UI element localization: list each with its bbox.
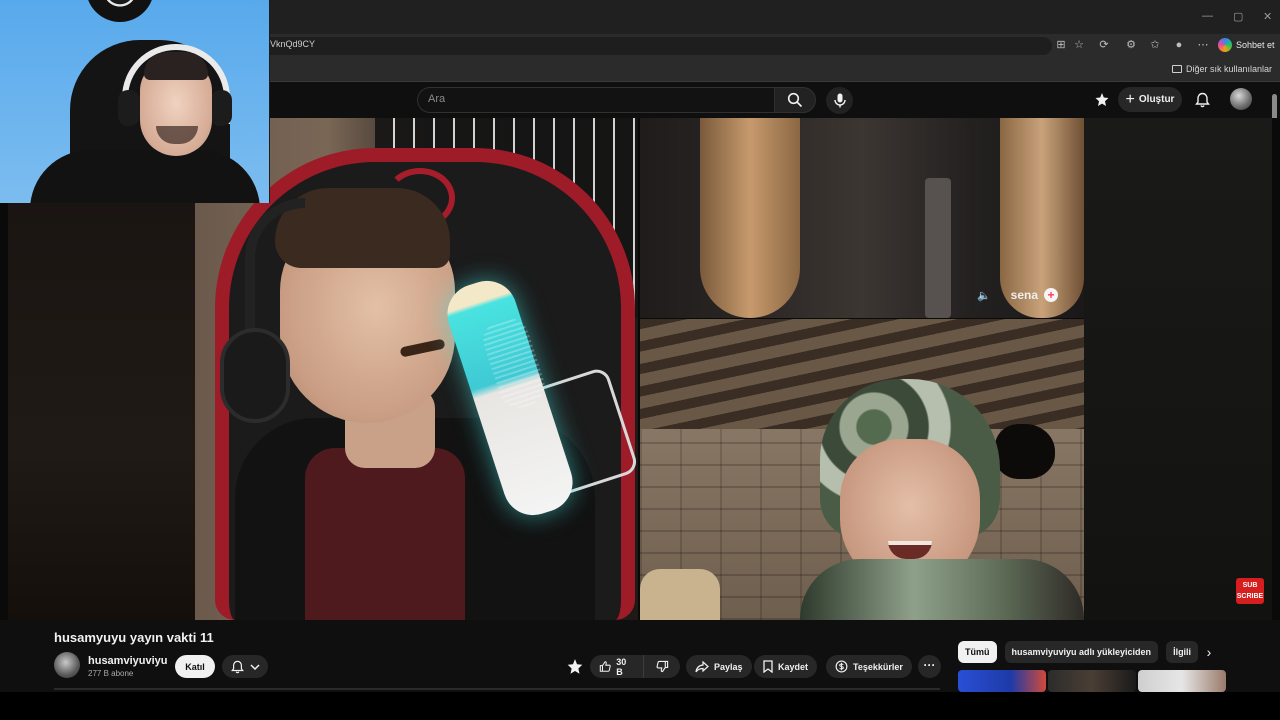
- share-button[interactable]: Paylaş: [686, 655, 752, 678]
- copilot-button[interactable]: Sohbet et: [1218, 37, 1275, 53]
- thanks-dollar-icon: [835, 660, 848, 673]
- address-bar[interactable]: [262, 37, 1052, 55]
- bookmarks-folder[interactable]: Diğer sık kullanılanlar: [1171, 64, 1272, 74]
- subscribe-badge[interactable]: SUB SCRIBE: [1236, 578, 1264, 604]
- channel-name[interactable]: husamviyuviyu: [88, 655, 167, 667]
- video-right-background: [1084, 118, 1272, 620]
- screen: — ▢ ✕ VknQd9CY ⊞ ☆ ⟳ ⚙ ✩ ● ⋯ Sohbet et D…: [0, 0, 1280, 720]
- woman-cardigan: [800, 559, 1084, 620]
- taskbar-edge: [0, 692, 1280, 720]
- webcam-overlay: [0, 0, 270, 203]
- video-title: husamyuyu yayın vakti 11: [54, 630, 214, 645]
- search-button[interactable]: [774, 87, 816, 113]
- mic-icon: [833, 93, 846, 108]
- copilot-label: Sohbet et: [1236, 40, 1275, 50]
- sack: [640, 569, 720, 620]
- caller-top-video-pane: 🔈 sena +: [640, 118, 1084, 318]
- thanks-label: Teşekkürler: [853, 661, 903, 672]
- subscriber-count: 277 B abone: [88, 669, 134, 678]
- premium-sparkle-icon[interactable]: [1092, 90, 1112, 110]
- search-icon: [787, 92, 803, 108]
- speaker-icon: 🔈: [976, 289, 991, 302]
- extensions-icon[interactable]: ⚙: [1124, 38, 1138, 52]
- related-thumbnail[interactable]: [1048, 670, 1136, 692]
- webcam-headset-right: [210, 90, 232, 126]
- caller-hair-left: [700, 118, 800, 318]
- chip-related[interactable]: İlgili: [1166, 641, 1199, 663]
- search-input[interactable]: [417, 87, 774, 113]
- create-label: Oluştur: [1138, 94, 1175, 105]
- more-actions-button[interactable]: ···: [918, 655, 941, 678]
- share-icon: [695, 660, 709, 672]
- like-count: 30 B: [616, 656, 627, 677]
- notifications-bell-icon[interactable]: [1192, 90, 1212, 110]
- thumbs-up-icon: [599, 661, 611, 672]
- plus-icon: +: [1125, 90, 1135, 108]
- favorites-icon[interactable]: ✩: [1148, 38, 1162, 52]
- dartboard: [86, 0, 154, 22]
- bookmarks-folder-label: Diğer sık kullanılanlar: [1185, 64, 1272, 74]
- related-thumbnail[interactable]: [958, 670, 1046, 692]
- caller-username: sena: [1010, 288, 1038, 302]
- headphone-cup: [220, 328, 290, 423]
- webcam-hair: [144, 52, 208, 80]
- caller-name-tag: 🔈 sena +: [977, 288, 1058, 302]
- minimize-icon[interactable]: —: [1202, 10, 1213, 22]
- subscription-bell-button[interactable]: [222, 655, 268, 678]
- chip-from-uploader[interactable]: husamviyuviyu adlı yükleyiciden: [1004, 641, 1159, 663]
- menu-dots-icon[interactable]: ⋯: [1196, 38, 1210, 52]
- channel-avatar[interactable]: [54, 652, 80, 678]
- search-placeholder: Ara: [428, 93, 446, 105]
- refresh-extension-icon[interactable]: ⟳: [1097, 38, 1111, 52]
- folder-icon: [1171, 65, 1182, 73]
- join-button[interactable]: Katıl: [175, 655, 215, 678]
- wall-opening: [995, 424, 1055, 479]
- share-label: Paylaş: [714, 661, 743, 672]
- video-left-background: [8, 200, 195, 620]
- close-icon[interactable]: ✕: [1263, 10, 1272, 23]
- bookmark-icon: [763, 660, 773, 673]
- profile-avatar-icon[interactable]: ●: [1172, 38, 1186, 52]
- jacket-zipper: [925, 178, 951, 318]
- create-button[interactable]: + Oluştur: [1118, 87, 1182, 112]
- like-button[interactable]: 30 B: [590, 655, 645, 678]
- url-text[interactable]: VknQd9CY: [270, 39, 315, 49]
- chevron-right-icon[interactable]: ›: [1200, 643, 1218, 661]
- bell-icon: [230, 660, 244, 673]
- maximize-icon[interactable]: ▢: [1233, 10, 1243, 23]
- streamer-shirt: [305, 448, 465, 620]
- save-label: Kaydet: [778, 661, 809, 672]
- related-thumbnail[interactable]: [1138, 670, 1226, 692]
- follow-plus-icon: +: [1044, 288, 1058, 302]
- related-filter-chips: Tümü husamviyuviyu adlı yükleyiciden İlg…: [958, 641, 1199, 663]
- chip-all[interactable]: Tümü: [958, 641, 997, 663]
- webcam-headset-left: [118, 90, 140, 126]
- favorite-star-icon[interactable]: ☆: [1072, 38, 1086, 52]
- thumbs-down-icon: [656, 660, 668, 673]
- app-install-icon[interactable]: ⊞: [1054, 38, 1068, 52]
- caller-bottom-video-pane: [640, 319, 1084, 620]
- voice-search-button[interactable]: [826, 87, 853, 114]
- copilot-icon: [1218, 38, 1232, 52]
- account-avatar[interactable]: [1230, 88, 1252, 110]
- description-divider: [54, 688, 940, 690]
- webcam-hoodie: [30, 150, 260, 203]
- save-button[interactable]: Kaydet: [754, 655, 818, 678]
- ask-sparkle-icon[interactable]: [566, 658, 584, 676]
- thanks-button[interactable]: Teşekkürler: [826, 655, 912, 678]
- chevron-down-icon: [249, 663, 260, 670]
- like-dislike-group: 30 B: [590, 655, 680, 678]
- dislike-button[interactable]: [644, 655, 680, 678]
